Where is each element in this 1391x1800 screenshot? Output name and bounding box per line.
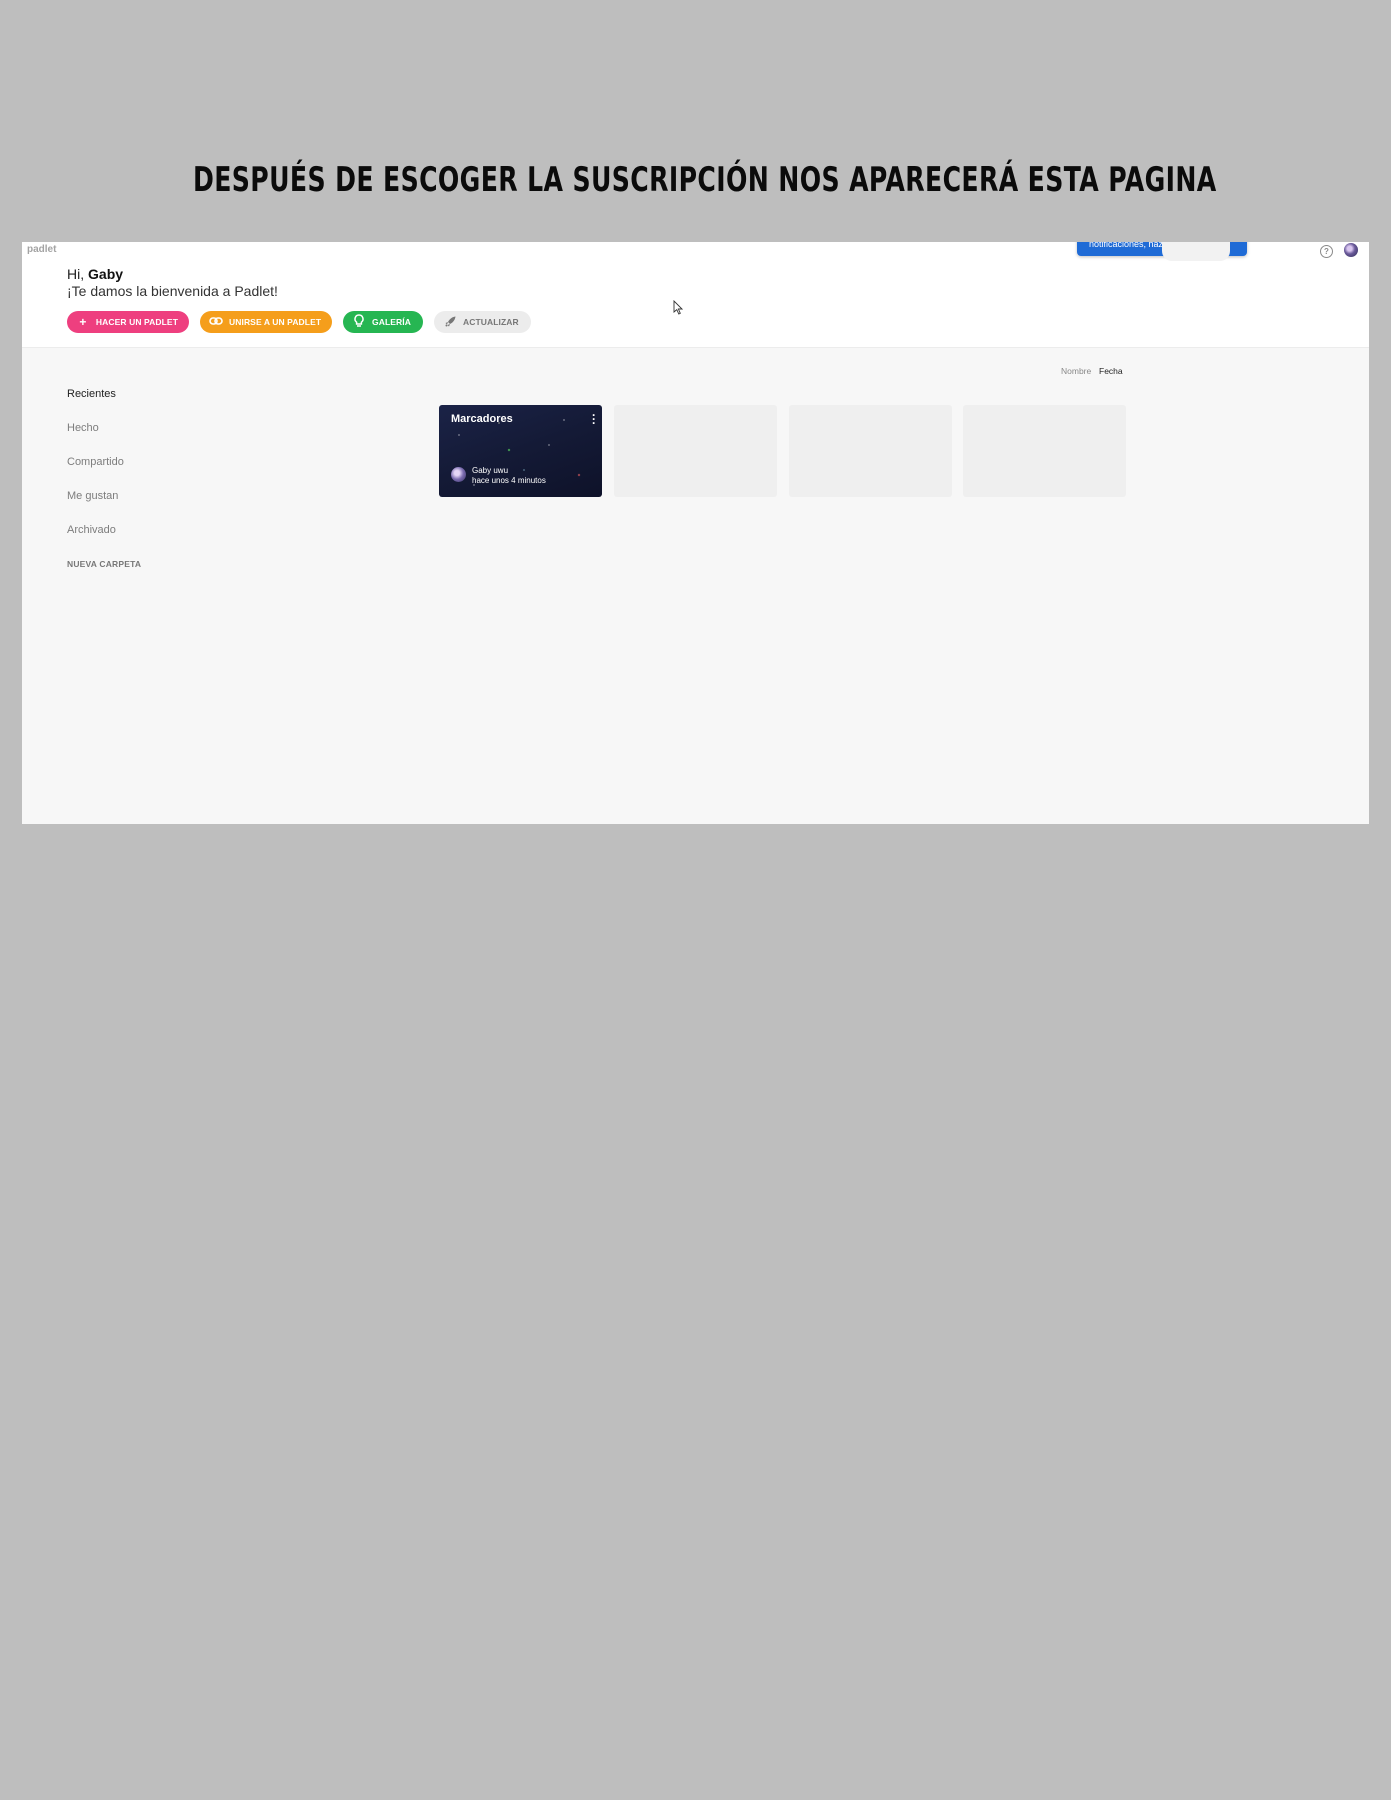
padlet-logo[interactable]: padlet <box>27 244 56 255</box>
gallery-label: GALERÍA <box>372 317 411 327</box>
gallery-button[interactable]: GALERÍA <box>343 311 423 333</box>
join-padlet-label: UNIRSE A UN PADLET <box>229 317 322 327</box>
slide-title: Después de escoger la suscripción nos ap… <box>193 160 1217 200</box>
placeholder-card <box>963 405 1126 497</box>
sidebar-item-made[interactable]: Hecho <box>67 422 99 434</box>
sidebar-item-shared[interactable]: Compartido <box>67 456 124 468</box>
sidebar-item-liked[interactable]: Me gustan <box>67 490 118 502</box>
padlet-author: Gaby uwu <box>472 466 509 475</box>
help-icon[interactable]: ? <box>1320 245 1333 258</box>
make-padlet-label: HACER UN PADLET <box>95 317 178 327</box>
padlet-card-title: Marcadores <box>451 413 513 425</box>
padlet-card-meta: Gaby uwu hace unos 4 minutos <box>472 466 546 486</box>
placeholder-card <box>614 405 777 497</box>
sidebar-item-archived[interactable]: Archivado <box>67 524 116 536</box>
new-folder-button[interactable]: NUEVA CARPETA <box>67 559 141 569</box>
padlet-time: hace unos 4 minutos <box>472 476 546 485</box>
padlet-dashboard: padlet notificaciones, haz clic aquí. ? … <box>22 242 1369 824</box>
user-name: Gaby <box>88 266 124 282</box>
search-input[interactable] <box>1162 242 1230 261</box>
action-buttons: + HACER UN PADLET UNIRSE A UN PADLET GAL… <box>67 311 531 333</box>
join-padlet-button[interactable]: UNIRSE A UN PADLET <box>200 311 332 333</box>
user-avatar[interactable] <box>1344 243 1358 257</box>
upgrade-label: ACTUALIZAR <box>463 317 519 327</box>
lightbulb-icon <box>352 314 366 330</box>
sort-by-date[interactable]: Fecha <box>1099 366 1123 376</box>
make-padlet-button[interactable]: + HACER UN PADLET <box>67 311 189 333</box>
link-icon <box>209 316 223 328</box>
welcome-message: ¡Te damos la bienvenida a Padlet! <box>67 283 278 299</box>
rocket-icon <box>443 315 457 330</box>
greeting: Hi, Gaby <box>67 266 123 282</box>
author-avatar <box>451 467 466 482</box>
placeholder-card <box>789 405 952 497</box>
upgrade-button[interactable]: ACTUALIZAR <box>434 311 531 333</box>
padlet-card[interactable]: Marcadores · · · Gaby uwu hace unos 4 minu… <box>439 405 602 497</box>
top-bar: padlet notificaciones, haz clic aquí. ? … <box>22 242 1369 348</box>
greeting-prefix: Hi, <box>67 266 85 282</box>
more-options-icon[interactable]: · · · <box>592 409 596 429</box>
plus-icon: + <box>79 315 87 329</box>
sort-by-name[interactable]: Nombre <box>1061 366 1091 376</box>
sidebar-item-recent[interactable]: Recientes <box>67 388 116 400</box>
mouse-cursor-icon <box>673 300 683 315</box>
